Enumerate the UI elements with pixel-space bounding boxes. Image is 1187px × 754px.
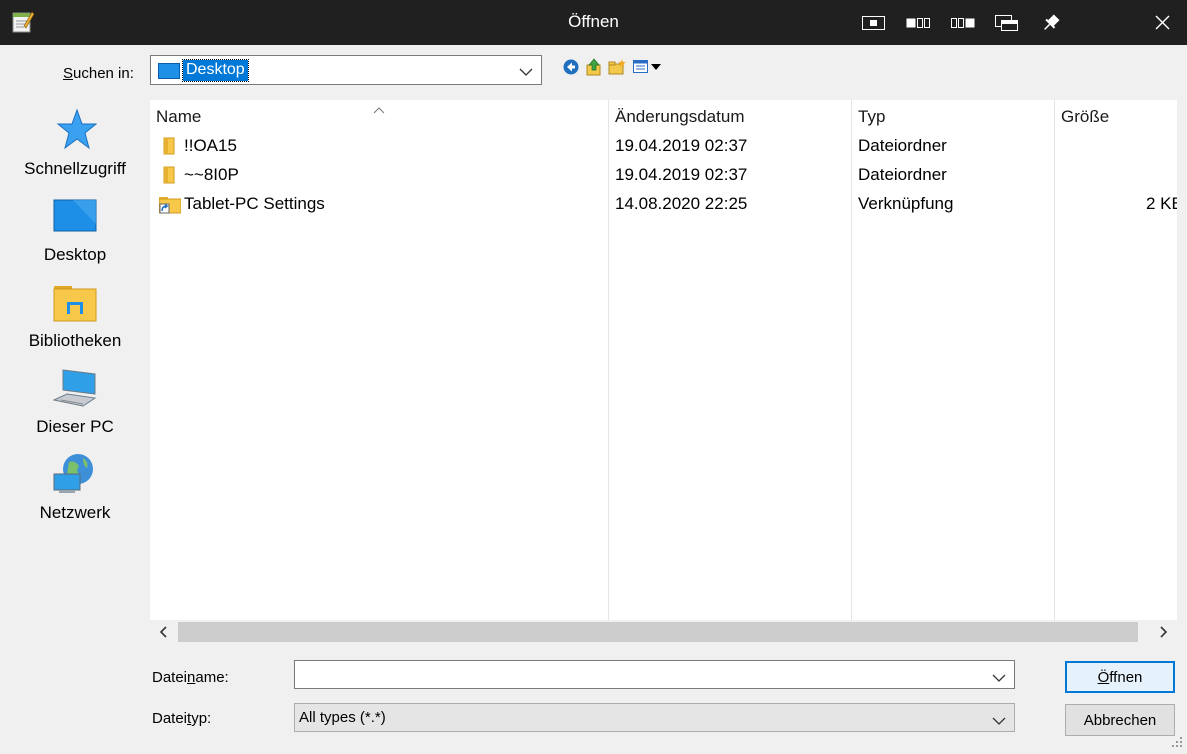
pin-icon[interactable] [1038, 14, 1064, 32]
place-label: Schnellzugriff [24, 159, 126, 178]
quick-access-star-icon [53, 108, 98, 152]
file-date: 19.04.2019 02:37 [615, 165, 748, 184]
file-size: 2 KB [1146, 194, 1177, 213]
lookin-combobox[interactable]: Desktop [150, 55, 542, 85]
desktop-icon [158, 63, 180, 79]
file-date: 19.04.2019 02:37 [615, 136, 748, 155]
file-type: Dateiordner [858, 165, 947, 184]
folder-icon [159, 165, 179, 185]
filetype-select[interactable]: All types (*.*) [294, 703, 1015, 732]
up-folder-icon[interactable] [585, 58, 603, 76]
view-menu-icon[interactable] [632, 58, 664, 76]
back-icon[interactable] [562, 58, 580, 76]
file-name: Tablet-PC Settings [184, 194, 325, 213]
file-name: ~~8I0P [184, 165, 239, 184]
dock-right-icon[interactable] [950, 14, 976, 32]
scroll-right-icon[interactable] [1155, 624, 1171, 640]
network-icon [53, 452, 97, 496]
column-header-type[interactable]: Typ [852, 100, 1054, 132]
lookin-label: Suuchen in: [63, 65, 134, 82]
this-pc-icon [52, 366, 97, 410]
place-label: Desktop [43, 245, 107, 264]
desktop-icon [53, 194, 97, 238]
place-network[interactable]: Netzwerk [8, 452, 142, 534]
cancel-button[interactable]: Abbrechen [1065, 704, 1175, 736]
file-row[interactable]: !!OA15 19.04.2019 02:37 Dateiordner [150, 132, 1177, 161]
libraries-icon [53, 280, 97, 324]
new-folder-icon[interactable] [608, 58, 626, 76]
horizontal-scrollbar[interactable] [150, 620, 1177, 644]
close-icon[interactable] [1148, 8, 1176, 36]
column-header-date[interactable]: Änderungsdatum [609, 100, 851, 132]
places-bar: Schnellzugriff Desktop Bibliotheken Dies… [8, 100, 142, 740]
filename-combobox[interactable] [294, 660, 1015, 689]
place-this-pc[interactable]: Dieser PC [8, 366, 142, 448]
column-header-name[interactable]: Name [150, 100, 608, 132]
file-date: 14.08.2020 22:25 [615, 194, 748, 213]
dock-left-icon[interactable] [905, 14, 931, 32]
place-desktop[interactable]: Desktop [8, 194, 142, 276]
file-list[interactable]: Name Änderungsdatum Typ Größe !!OA15 19.… [150, 100, 1177, 620]
navigation-toolbar [562, 58, 672, 78]
lookin-value: Desktop [182, 59, 249, 82]
filetype-label: Dateityp: [152, 710, 212, 727]
place-label: Dieser PC [36, 417, 114, 436]
file-row[interactable]: Tablet-PC Settings 14.08.2020 22:25 Verk… [150, 190, 1177, 219]
resize-grip-icon[interactable] [1170, 735, 1184, 749]
folder-icon [159, 136, 179, 156]
place-quick-access[interactable]: Schnellzugriff [8, 108, 142, 190]
place-libraries[interactable]: Bibliotheken [8, 280, 142, 362]
file-name: !!OA15 [184, 136, 237, 155]
place-label: Netzwerk [39, 503, 111, 522]
dock-window-icon[interactable] [994, 14, 1020, 32]
scroll-left-icon[interactable] [156, 624, 172, 640]
chevron-down-icon[interactable] [992, 670, 1006, 688]
scrollbar-thumb[interactable] [178, 622, 1138, 642]
file-type: Verknüpfung [858, 194, 954, 213]
title-bar: Öffnen [0, 0, 1187, 45]
chevron-down-icon[interactable] [992, 713, 1006, 730]
file-type: Dateiordner [858, 136, 947, 155]
dock-single-icon[interactable] [861, 14, 887, 32]
chevron-down-icon[interactable] [519, 64, 533, 82]
filetype-value: All types (*.*) [299, 709, 386, 726]
column-header-size[interactable]: Größe [1055, 100, 1177, 132]
shortcut-folder-icon [158, 194, 182, 214]
place-label: Bibliotheken [28, 331, 122, 350]
filename-label: Dateiname: [152, 669, 229, 686]
file-row[interactable]: ~~8I0P 19.04.2019 02:37 Dateiordner [150, 161, 1177, 190]
open-button[interactable]: Öffnen [1065, 661, 1175, 693]
